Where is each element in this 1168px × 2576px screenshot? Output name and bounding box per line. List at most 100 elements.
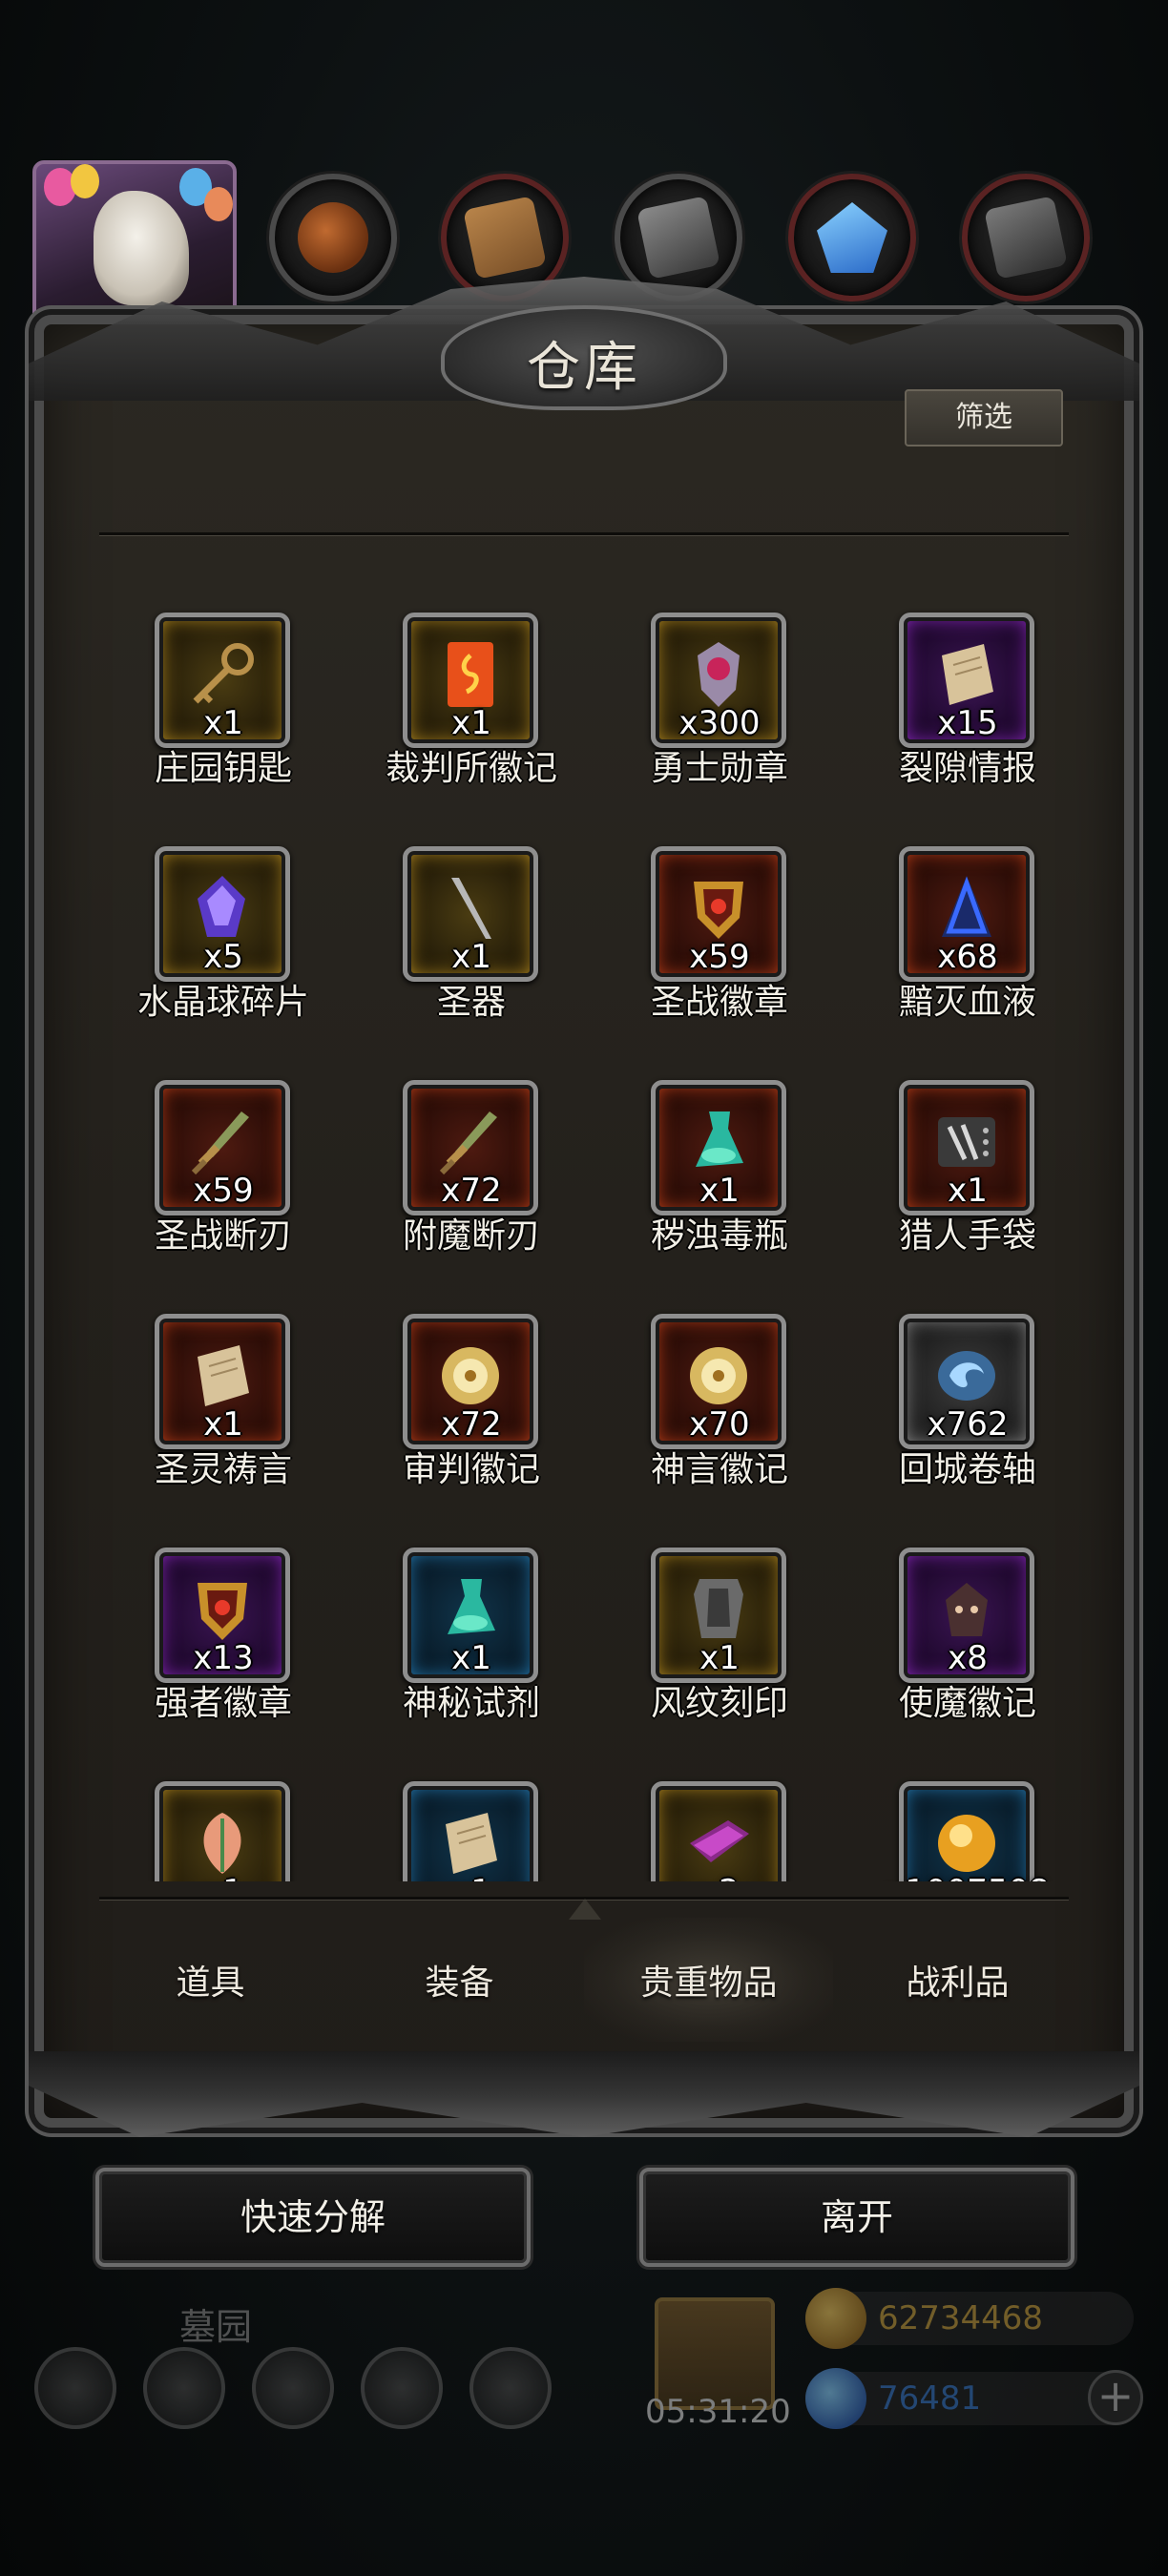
- mail-icon[interactable]: [361, 2347, 443, 2429]
- tab-props[interactable]: 道具: [86, 1918, 335, 2042]
- pouch-icon: [928, 1104, 1005, 1180]
- guild-icon[interactable]: [469, 2347, 552, 2429]
- item-slot[interactable]: x72 附魔断刃: [347, 1040, 595, 1256]
- item-slot[interactable]: x59 圣战徽章: [595, 806, 844, 1022]
- item-name: 勇士勋章: [650, 749, 788, 788]
- item-name: 审判徽记: [402, 1450, 540, 1489]
- item-name: 附魔断刃: [402, 1216, 540, 1256]
- shield-badge-icon: [680, 870, 757, 946]
- item-slot[interactable]: x1 圣灵祷言: [99, 1274, 347, 1489]
- shield-badge-icon: [184, 1571, 261, 1648]
- gem-amount: 76481: [878, 2379, 982, 2418]
- item-quantity: x1: [699, 1172, 740, 1210]
- stone-icon: [984, 196, 1068, 280]
- item-quantity: x300: [678, 704, 761, 742]
- item-quantity: x1: [451, 704, 491, 742]
- item-quantity: x1: [948, 1172, 988, 1210]
- item-name: 回城卷轴: [898, 1450, 1036, 1489]
- category-tabs: 道具 装备 贵重物品 战利品: [86, 1918, 1082, 2042]
- item-slot[interactable]: x762 回城卷轴: [844, 1274, 1069, 1489]
- item-slot[interactable]: x1 猎人手袋: [844, 1040, 1069, 1256]
- item-quantity: x70: [689, 1405, 750, 1444]
- item-slot[interactable]: x1 裁判所徽记: [347, 572, 595, 788]
- item-slot[interactable]: x1 圣器: [347, 806, 595, 1022]
- item-slot[interactable]: x8 使魔徽记: [844, 1507, 1069, 1723]
- item-name: 使魔徽记: [898, 1684, 1036, 1723]
- item-slot[interactable]: x1 风纹刻印: [595, 1507, 844, 1723]
- item-slot[interactable]: x1: [99, 1741, 347, 1881]
- achievement-icon[interactable]: [143, 2347, 225, 2429]
- item-quantity: x1: [699, 1639, 740, 1677]
- item-slot[interactable]: x2: [595, 1741, 844, 1881]
- quick-decompose-button[interactable]: 快速分解: [95, 2168, 531, 2267]
- item-name: 裁判所徽记: [385, 749, 557, 788]
- tab-equipment[interactable]: 装备: [335, 1918, 584, 2042]
- item-quantity: x762: [927, 1405, 1009, 1444]
- item-slot[interactable]: x70 神言徽记: [595, 1274, 844, 1489]
- tab-loot[interactable]: 战利品: [833, 1918, 1082, 2042]
- add-currency-button[interactable]: +: [1088, 2370, 1143, 2425]
- wood-icon: [463, 196, 547, 280]
- crystal-shard-icon: [184, 870, 261, 946]
- horse-icon: [94, 191, 189, 305]
- item-slot[interactable]: x72 审判徽记: [347, 1274, 595, 1489]
- item-slot[interactable]: x59 圣战断刃: [99, 1040, 347, 1256]
- ore-icon: [298, 202, 368, 273]
- item-name: 圣战断刃: [154, 1216, 292, 1256]
- item-slot[interactable]: x5 水晶球碎片: [99, 806, 347, 1022]
- item-quantity: x68: [937, 938, 998, 976]
- item-grid[interactable]: x1 庄园钥匙 x1 裁判所徽记 x300 勇士勋章 x15 裂隙情报 x5 水晶球碎片 x1 圣器 x…: [99, 572, 1069, 1881]
- item-name: 圣战徽章: [650, 983, 788, 1022]
- gold-amount: 62734468: [878, 2299, 1044, 2337]
- item-slot[interactable]: x1 神秘试剂: [347, 1507, 595, 1723]
- item-name: 裂隙情报: [898, 749, 1036, 788]
- potion-icon: [432, 1571, 509, 1648]
- item-name: 风纹刻印: [650, 1684, 788, 1723]
- scroll-icon: [184, 1338, 261, 1414]
- item-slot[interactable]: x13 强者徽章: [99, 1507, 347, 1723]
- resource-slot-1[interactable]: [269, 174, 397, 301]
- item-slot[interactable]: x15 裂隙情报: [844, 572, 1069, 788]
- item-slot[interactable]: x1: [347, 1741, 595, 1881]
- tab-valuables[interactable]: 贵重物品: [584, 1918, 833, 2042]
- ranking-icon[interactable]: [252, 2347, 334, 2429]
- fire-card-icon: [432, 636, 509, 713]
- settings-icon[interactable]: [34, 2347, 116, 2429]
- item-slot[interactable]: x68 黯灭血液: [844, 806, 1069, 1022]
- item-quantity: x1: [99, 1873, 347, 1881]
- gold-orb-icon: [928, 1805, 1005, 1881]
- item-icon-frame: [155, 1781, 290, 1881]
- item-quantity: x13: [193, 1639, 254, 1677]
- item-slot[interactable]: x1 庄园钥匙: [99, 572, 347, 788]
- crystal-icon: [817, 202, 887, 273]
- armor-icon: [680, 1571, 757, 1648]
- item-slot[interactable]: x300 勇士勋章: [595, 572, 844, 788]
- potion-icon: [680, 1104, 757, 1180]
- panel-bottom-ornament: [29, 2051, 1139, 2137]
- sun-sigil-icon: [680, 1338, 757, 1414]
- blade-icon: [432, 870, 509, 946]
- item-quantity: x2: [595, 1873, 844, 1881]
- resource-slot-5[interactable]: [962, 174, 1090, 301]
- panel-title: 仓库: [527, 337, 641, 399]
- item-name: 强者徽章: [154, 1684, 292, 1723]
- item-slot[interactable]: x1007508: [844, 1741, 1069, 1881]
- scroll-icon: [928, 636, 1005, 713]
- divider: [99, 532, 1069, 535]
- broken-sword-icon: [184, 1104, 261, 1180]
- filter-button[interactable]: 筛选: [905, 389, 1063, 447]
- item-quantity: x59: [689, 938, 750, 976]
- leaf-icon: [184, 1805, 261, 1881]
- item-name: 神秘试剂: [402, 1684, 540, 1723]
- scroll-icon: [432, 1805, 509, 1881]
- item-name: 猎人手袋: [898, 1216, 1036, 1256]
- leave-button[interactable]: 离开: [639, 2168, 1074, 2267]
- item-quantity: x1007508: [844, 1873, 1069, 1881]
- item-slot[interactable]: x1 秽浊毒瓶: [595, 1040, 844, 1256]
- item-quantity: x59: [193, 1172, 254, 1210]
- player-avatar[interactable]: [32, 160, 237, 328]
- item-icon-frame: [403, 1781, 538, 1881]
- item-quantity: x15: [937, 704, 998, 742]
- item-quantity: x8: [948, 1639, 988, 1677]
- resource-slot-4[interactable]: [788, 174, 916, 301]
